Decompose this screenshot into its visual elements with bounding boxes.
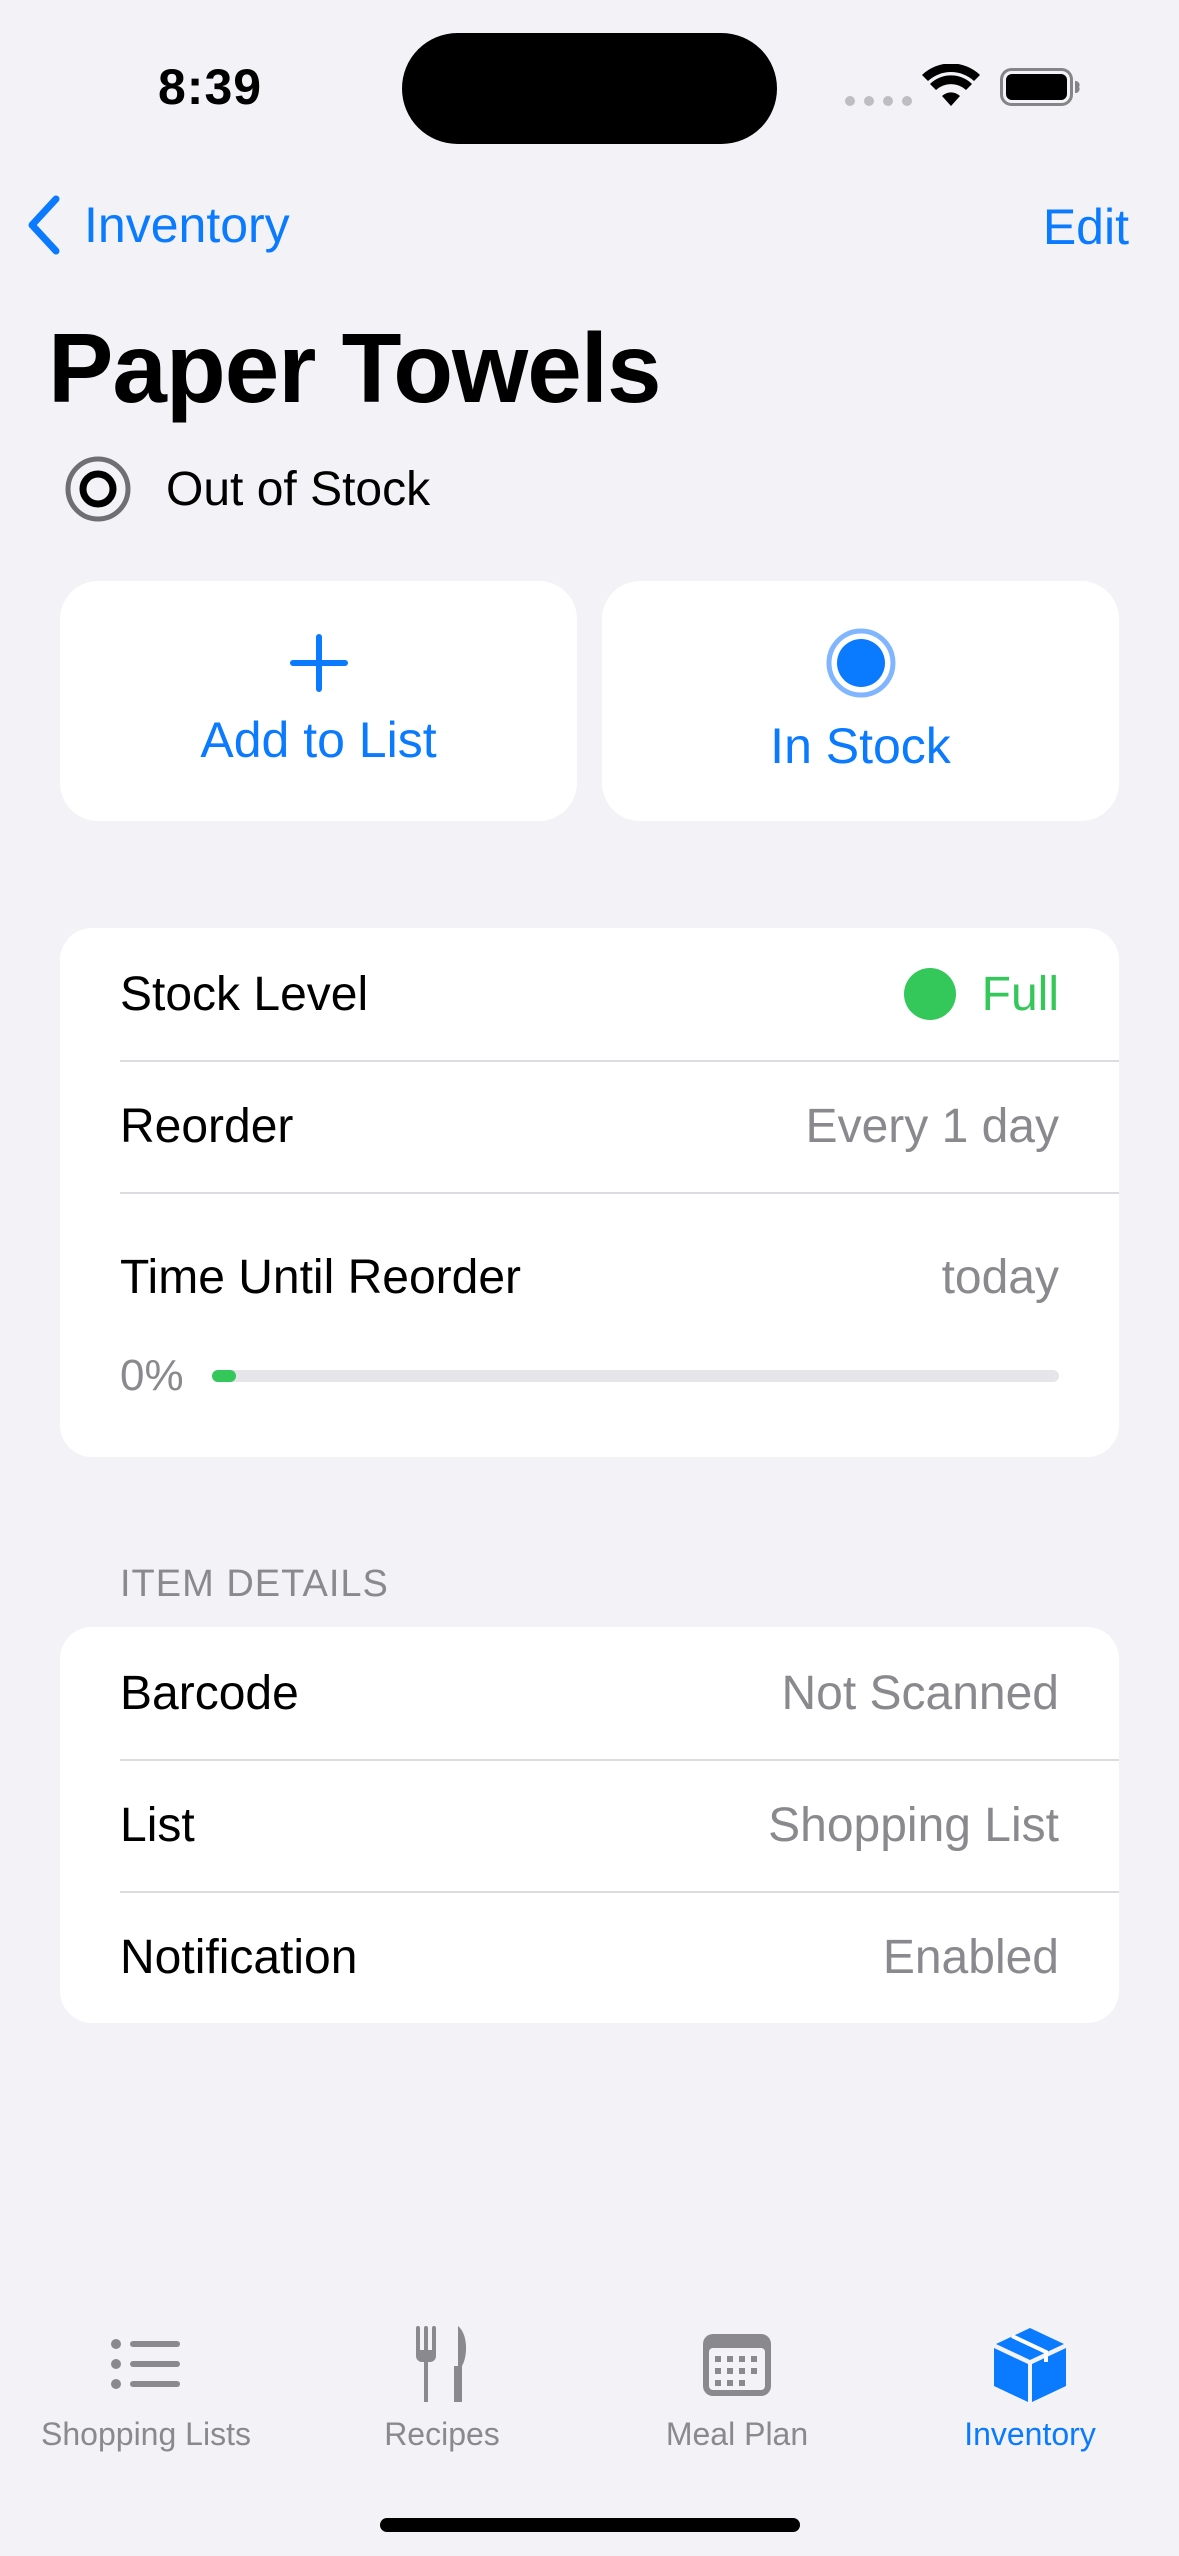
list-icon [111,2339,180,2389]
reorder-label: Reorder [120,1099,294,1153]
reorder-row[interactable]: Reorder Every 1 day [60,1060,1119,1192]
list-label: List [120,1798,195,1852]
wifi-icon [922,64,980,106]
page-title: Paper Towels [48,313,662,423]
stock-level-label: Stock Level [120,967,369,1021]
add-to-list-button[interactable]: Add to List [60,581,577,821]
radio-dot-icon [826,628,895,698]
stock-section: Stock Level Full Reorder Every 1 day Tim… [60,928,1119,1457]
progress-track [212,1370,1059,1382]
fork-knife-icon [416,2326,467,2402]
screen: 8:39 Inventory Edit Paper Towels Out of … [0,0,1179,2556]
target-icon [65,456,131,522]
list-value: Shopping List [768,1798,1059,1852]
item-details-header: ITEM DETAILS [120,1563,389,1605]
progress-fill [212,1370,236,1382]
notification-row[interactable]: Notification Enabled [60,1891,1119,2023]
plus-icon [289,634,348,692]
notification-label: Notification [120,1930,358,1984]
reorder-value: Every 1 day [805,1099,1059,1153]
calendar-icon [703,2334,771,2396]
tab-label: Inventory [964,2416,1096,2452]
cellular-signal-icon [845,96,912,106]
stock-level-row[interactable]: Stock Level Full [60,928,1119,1060]
time-until-reorder-row: Time Until Reorder today 0% [60,1192,1119,1457]
stock-status: Out of Stock [64,455,430,523]
tab-meal-plan[interactable]: Meal Plan [597,2324,877,2453]
back-button[interactable]: Inventory [26,195,290,255]
in-stock-button[interactable]: In Stock [602,581,1119,821]
back-label: Inventory [84,197,290,253]
in-stock-label: In Stock [770,718,951,774]
add-to-list-label: Add to List [200,712,437,768]
reorder-progress: 0% [120,1351,1059,1401]
chevron-left-icon [28,195,60,255]
stock-level-value: Full [903,967,1059,1022]
tab-recipes[interactable]: Recipes [302,2324,582,2453]
tab-shopping-lists[interactable]: Shopping Lists [6,2324,286,2453]
tab-bar: Shopping Lists Recipes Meal Plan Invento… [0,2290,1179,2556]
edit-button[interactable]: Edit [1043,198,1129,256]
stock-level-text: Full [981,967,1059,1021]
barcode-row[interactable]: Barcode Not Scanned [60,1627,1119,1759]
notification-value: Enabled [882,1930,1059,1984]
status-time: 8:39 [158,59,263,115]
dynamic-island [402,33,777,144]
barcode-value: Not Scanned [781,1666,1059,1720]
home-indicator[interactable] [380,2518,800,2532]
box-icon [994,2328,1066,2402]
status-dot-icon [903,968,956,1020]
barcode-label: Barcode [120,1666,299,1720]
time-until-reorder-label: Time Until Reorder [120,1251,521,1304]
tab-label: Recipes [384,2416,500,2452]
battery-icon [1000,68,1080,106]
list-row[interactable]: List Shopping List [60,1759,1119,1891]
item-details-section: Barcode Not Scanned List Shopping List N… [60,1627,1119,2023]
tab-label: Shopping Lists [41,2416,251,2452]
time-until-reorder-value: today [941,1251,1059,1304]
tab-label: Meal Plan [665,2416,809,2452]
tab-inventory[interactable]: Inventory [890,2324,1170,2453]
stock-status-label: Out of Stock [166,462,431,516]
progress-percent: 0% [120,1351,184,1400]
